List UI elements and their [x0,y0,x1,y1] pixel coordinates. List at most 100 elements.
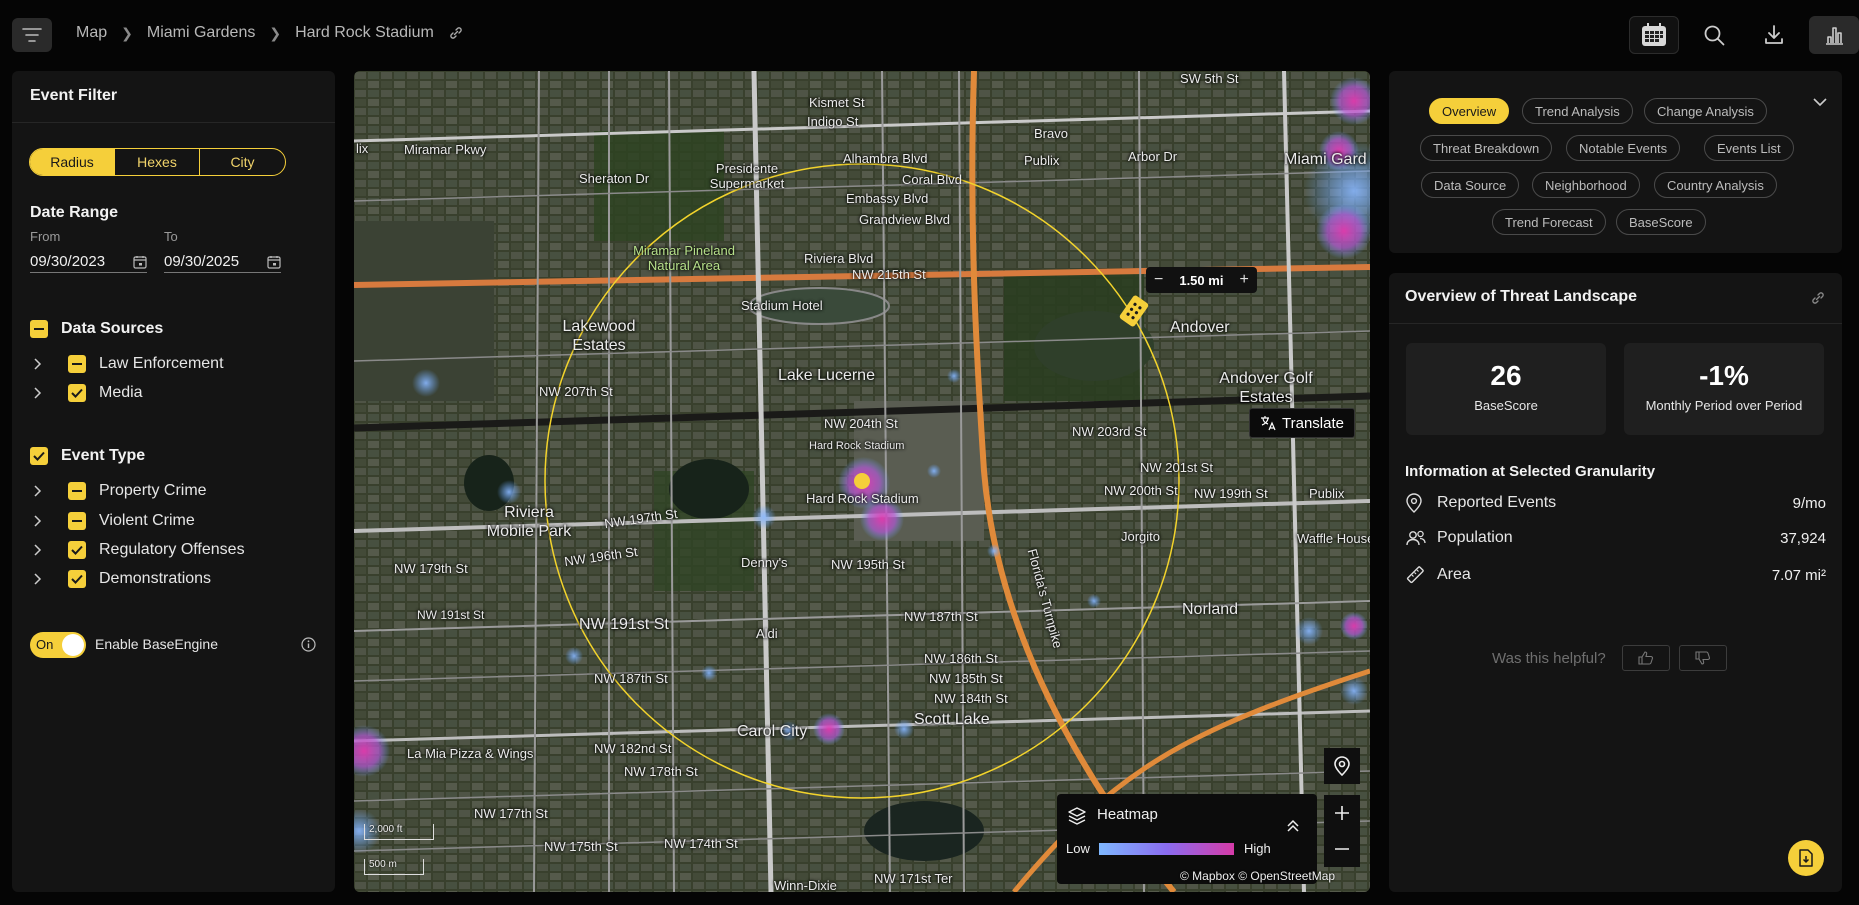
link-icon[interactable] [1810,290,1826,306]
map-label: NW 186th St [924,651,998,666]
chevron-right-icon[interactable] [34,358,50,370]
calendar-view-button[interactable] [1629,16,1679,54]
map-label: NW 185th St [929,671,1003,686]
map-label: NW 187th St [904,609,978,624]
from-date-value: 09/30/2023 [30,253,106,270]
map-view[interactable]: lix Miramar Pkwy Sheraton Dr Presidente … [354,71,1370,892]
tree-item-law-enforcement[interactable]: Law Enforcement [34,355,224,373]
tab-threat-breakdown[interactable]: Threat Breakdown [1420,135,1553,161]
date-range-title: Date Range [30,204,119,221]
link-icon[interactable] [448,25,464,41]
map-label: NW 191st St [417,608,485,622]
map-label: Arbor Dr [1128,149,1178,164]
event-type-section[interactable]: Event Type [30,447,145,465]
menu-button[interactable] [12,18,52,52]
tab-notable-events[interactable]: Notable Events [1566,135,1681,161]
from-date-field[interactable]: 09/30/2023 [30,251,147,273]
data-sources-section[interactable]: Data Sources [30,320,163,338]
mode-city[interactable]: City [200,149,285,175]
indeterminate-checkbox[interactable] [68,512,86,530]
info-label: Reported Events [1437,494,1557,511]
checked-checkbox[interactable] [68,541,86,559]
tab-trend-forecast[interactable]: Trend Forecast [1492,209,1606,235]
map-label: Miramar Pkwy [404,142,487,157]
map-label: Alhambra Blvd [843,151,928,166]
map-label: Lake Lucerne [778,367,875,384]
tab-neighborhood[interactable]: Neighborhood [1532,172,1640,198]
info-label: Population [1437,529,1513,546]
download-icon [1765,25,1783,44]
translate-icon [1261,416,1276,431]
tree-item-regulatory-offenses[interactable]: Regulatory Offenses [34,541,245,559]
info-icon[interactable] [301,637,316,652]
chevron-right-icon[interactable] [34,573,50,585]
locate-button[interactable] [1324,748,1360,784]
thumbs-down-icon [1695,651,1710,665]
thumbs-up-button[interactable] [1621,645,1670,671]
map-label: NW 200th St [1104,483,1178,498]
checked-checkbox[interactable] [68,570,86,588]
thumbs-up-icon [1638,651,1653,665]
map-attribution[interactable]: © Mapbox © OpenStreetMap [1180,869,1335,883]
to-label: To [164,229,178,244]
tab-basescore[interactable]: BaseScore [1616,209,1706,235]
heatmap-title: Heatmap [1097,806,1158,823]
translate-button[interactable]: Translate [1249,408,1355,438]
analytics-button[interactable] [1809,16,1859,54]
tab-data-source[interactable]: Data Source [1421,172,1520,198]
basescore-value: 26 [1490,360,1522,391]
scale-bar-imperial: 2,000 ft [364,824,434,840]
tab-overview[interactable]: Overview [1429,98,1510,124]
map-label: NW 174th St [664,836,738,851]
calendar-grid-icon [1642,23,1666,46]
tree-item-violent-crime[interactable]: Violent Crime [34,512,195,530]
bar-chart-icon [1826,27,1843,45]
tree-item-label: Property Crime [99,482,207,499]
indeterminate-checkbox[interactable] [68,355,86,373]
scale-bar-metric: 500 m [364,859,424,875]
zoom-in-button[interactable] [1324,795,1360,831]
map-label: Winn-Dixie [774,878,837,892]
map-label: Lakewood Estates [562,318,636,354]
map-label: SW 5th St [1180,71,1239,86]
breadcrumb-map[interactable]: Map [76,24,107,42]
basescore-card: 26 BaseScore [1406,343,1606,435]
calendar-icon[interactable] [133,255,147,269]
tab-events-list[interactable]: Events List [1704,135,1794,161]
map-label: NW 199th St [1194,486,1268,501]
tree-item-media[interactable]: Media [34,384,143,402]
indeterminate-checkbox[interactable] [30,320,48,338]
radius-increase-button[interactable]: + [1231,271,1256,289]
tree-item-property-crime[interactable]: Property Crime [34,482,207,500]
zoom-out-button[interactable] [1324,831,1360,867]
map-label: NW 175th St [544,839,618,854]
chevron-double-up-icon[interactable] [1285,818,1301,834]
base-engine-toggle[interactable]: On [30,632,86,658]
checked-checkbox[interactable] [30,447,48,465]
tab-country-analysis[interactable]: Country Analysis [1654,172,1777,198]
menu-icon [22,28,42,42]
breadcrumb-city[interactable]: Miami Gardens [147,24,255,42]
indeterminate-checkbox[interactable] [68,482,86,500]
mode-radius[interactable]: Radius [30,149,115,175]
download-button[interactable] [1749,16,1799,54]
mode-hexes[interactable]: Hexes [115,149,200,175]
chevron-right-icon[interactable] [34,485,50,497]
chevron-down-icon[interactable] [1812,97,1828,107]
checked-checkbox[interactable] [68,384,86,402]
map-label: Andover [1170,319,1230,336]
map-label: Sheraton Dr [579,171,650,186]
tree-item-label: Violent Crime [99,512,195,529]
chevron-right-icon[interactable] [34,387,50,399]
chevron-right-icon[interactable] [34,515,50,527]
export-report-button[interactable] [1788,840,1824,876]
tab-trend-analysis[interactable]: Trend Analysis [1522,98,1633,124]
tab-change-analysis[interactable]: Change Analysis [1644,98,1767,124]
calendar-icon[interactable] [267,255,281,269]
tree-item-demonstrations[interactable]: Demonstrations [34,570,211,588]
chevron-right-icon[interactable] [34,544,50,556]
thumbs-down-button[interactable] [1678,645,1727,671]
radius-decrease-button[interactable]: − [1146,271,1171,289]
search-button[interactable] [1689,16,1739,54]
to-date-field[interactable]: 09/30/2025 [164,251,281,273]
